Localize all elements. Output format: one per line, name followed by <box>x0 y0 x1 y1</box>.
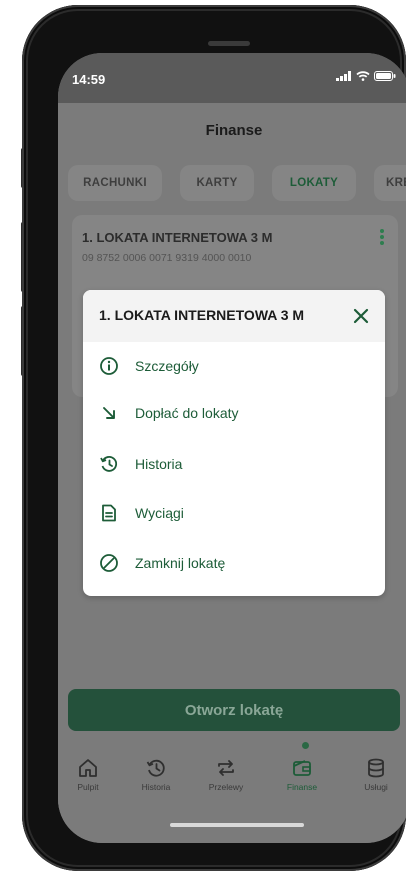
tab-karty[interactable]: KARTY <box>180 165 254 201</box>
menu-item-wyciagi[interactable]: Wyciągi <box>99 496 184 530</box>
battery-icon <box>374 71 396 81</box>
speaker <box>208 41 250 46</box>
document-icon <box>99 503 119 523</box>
deposit-account-number: 09 8752 0006 0071 9319 4000 0010 <box>82 252 252 264</box>
active-indicator <box>302 742 309 749</box>
arrow-down-right-icon <box>99 403 119 423</box>
history-icon <box>99 454 119 474</box>
database-icon <box>368 758 384 778</box>
menu-item-label: Zamknij lokatę <box>135 555 226 571</box>
nav-item-pulpit[interactable]: Pulpit <box>58 757 118 792</box>
deposit-card-title: 1. LOKATA INTERNETOWA 3 M <box>82 230 273 245</box>
home-indicator[interactable] <box>170 823 304 827</box>
wifi-icon <box>356 71 370 81</box>
tab-kredyty[interactable]: KRED <box>374 165 406 201</box>
menu-item-doplac[interactable]: Dopłać do lokaty <box>99 396 239 430</box>
home-icon <box>79 759 97 777</box>
block-icon <box>99 553 119 573</box>
tab-rachunki[interactable]: RACHUNKI <box>68 165 162 201</box>
nav-item-przelewy[interactable]: Przelewy <box>196 757 256 792</box>
menu-item-label: Dopłać do lokaty <box>135 405 239 421</box>
status-time: 14:59 <box>72 72 106 87</box>
more-options-icon[interactable] <box>379 228 385 246</box>
modal-header: 1. LOKATA INTERNETOWA 3 M <box>83 290 385 342</box>
menu-item-label: Historia <box>135 456 183 472</box>
wallet-icon <box>293 760 311 776</box>
nav-item-finanse[interactable]: Finanse <box>272 757 332 792</box>
nav-label: Pulpit <box>77 782 99 792</box>
menu-item-zamknij[interactable]: Zamknij lokatę <box>99 546 225 580</box>
signal-icon <box>336 71 351 81</box>
menu-item-historia[interactable]: Historia <box>99 447 182 481</box>
tab-lokaty[interactable]: LOKATY <box>272 165 356 201</box>
history-icon <box>146 759 165 777</box>
status-bar: 14:59 <box>58 53 406 103</box>
menu-item-label: Wyciągi <box>135 505 184 521</box>
nav-label: Przelewy <box>208 782 244 792</box>
app-header: Finanse <box>58 103 406 161</box>
status-icons <box>336 71 396 81</box>
nav-label: Finanse <box>286 782 318 792</box>
transfer-icon <box>218 760 234 776</box>
nav-label: Usługi <box>364 782 388 792</box>
menu-item-label: Szczegóły <box>135 358 199 374</box>
screen: 14:59 Finanse RACHUNKI KARTY LOKATY KRED… <box>58 53 406 843</box>
info-icon <box>99 356 119 376</box>
close-icon[interactable] <box>351 306 371 326</box>
menu-item-szczegoly[interactable]: Szczegóły <box>99 349 199 383</box>
modal-title: 1. LOKATA INTERNETOWA 3 M <box>99 307 305 323</box>
open-deposit-button[interactable]: Otworz lokatę <box>68 689 400 731</box>
nav-item-historia[interactable]: Historia <box>126 757 186 792</box>
page-title: Finanse <box>205 122 263 139</box>
deposit-options-modal: 1. LOKATA INTERNETOWA 3 M Szczegóły Dopł… <box>83 290 385 596</box>
nav-label: Historia <box>141 782 171 792</box>
nav-item-uslugi[interactable]: Usługi <box>346 757 406 792</box>
phone-frame: 14:59 Finanse RACHUNKI KARTY LOKATY KRED… <box>22 5 406 871</box>
